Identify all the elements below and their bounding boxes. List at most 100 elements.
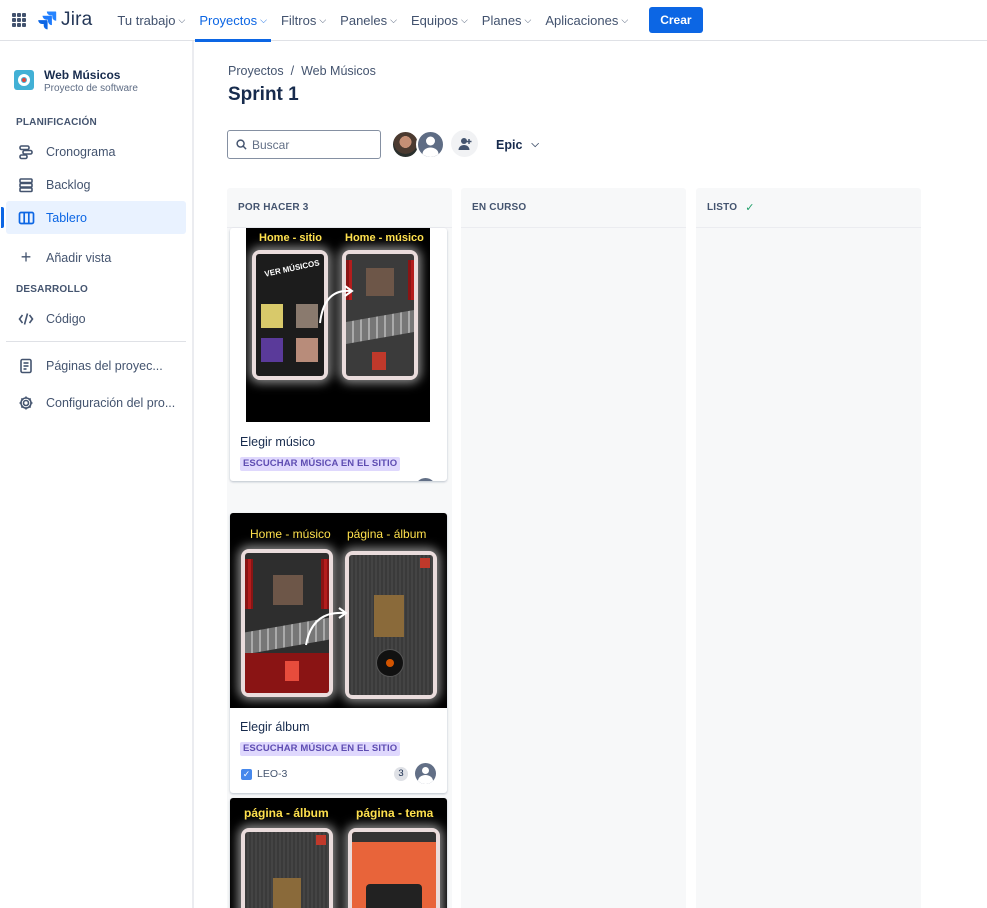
image-inner-text: VER MÚSICOS (263, 258, 321, 279)
column-header: EN CURSO (461, 188, 686, 228)
sidebar-item-label: Páginas del proyec... (46, 358, 163, 373)
image-label: página - álbum (347, 527, 427, 541)
column-done: LISTO ✓ (696, 188, 921, 908)
issue-card[interactable]: Home - sitio Home - músico VER MÚSICOS E… (230, 228, 447, 481)
section-label-development: DESARROLLO (16, 284, 88, 295)
nav-label: Equipos (410, 12, 458, 28)
breadcrumb-project[interactable]: Web Músicos (301, 64, 376, 78)
project-type: Proyecto de software (44, 83, 138, 94)
project-avatar-icon (14, 70, 34, 90)
card-key-row: ✓ LEO-3 (241, 768, 287, 780)
sidebar-item-label: Tablero (46, 210, 87, 225)
search-input[interactable] (252, 137, 372, 152)
add-view-button[interactable]: + Añadir vista (6, 241, 186, 274)
sidebar-item-label: Código (46, 311, 86, 326)
sidebar-item-label: Configuración del pro... (46, 395, 176, 410)
create-button[interactable]: Crear (649, 7, 703, 33)
app-switcher-icon[interactable] (12, 13, 26, 27)
chevron-down-icon: ⌵ (460, 14, 468, 25)
nav-aplicaciones[interactable]: Aplicaciones ⌵ (540, 0, 633, 41)
issue-key[interactable]: LEO-3 (257, 768, 287, 780)
assignee-avatar[interactable] (415, 478, 436, 481)
story-points: 3 (394, 767, 408, 781)
breadcrumb: Proyectos / Web Músicos (228, 64, 376, 78)
chevron-down-icon: ⌵ (621, 14, 629, 25)
plus-icon: + (20, 247, 32, 267)
sidebar-item-tablero[interactable]: Tablero (1, 201, 186, 234)
done-check-icon: ✓ (745, 202, 755, 214)
card-cover-image: Home - músico página - álbum (230, 513, 447, 708)
nav-planes[interactable]: Planes ⌵ (477, 0, 537, 41)
nav-equipos[interactable]: Equipos ⌵ (406, 0, 473, 41)
chevron-down-icon: ⌵ (531, 139, 539, 150)
jira-logo[interactable]: Jira (37, 9, 92, 31)
nav-label: Aplicaciones (545, 12, 619, 28)
image-label: Home - músico (345, 232, 424, 244)
backlog-icon (17, 176, 35, 194)
timeline-icon (17, 143, 35, 161)
sidebar-item-label: Backlog (46, 177, 91, 192)
column-in-progress: EN CURSO (461, 188, 686, 908)
logo-text: Jira (61, 9, 93, 30)
nav-filtros[interactable]: Filtros ⌵ (276, 0, 331, 41)
phone-mockup (348, 828, 440, 908)
phone-mockup (345, 551, 437, 699)
sidebar-item-label: Cronograma (46, 144, 116, 159)
board-icon (17, 209, 35, 227)
nav-tu-trabajo[interactable]: Tu trabajo ⌵ (112, 0, 190, 41)
section-label-planning: PLANIFICACIÓN (16, 117, 97, 128)
assignee-avatar[interactable] (415, 763, 436, 784)
issue-card[interactable]: Home - músico página - álbum Elegir álbu… (230, 513, 447, 793)
chevron-down-icon: ⌵ (260, 14, 267, 25)
column-title: POR HACER 3 (238, 202, 309, 213)
sidebar-item-configuracion[interactable]: Configuración del pro... (6, 386, 186, 419)
chevron-down-icon: ⌵ (390, 14, 397, 25)
issue-card[interactable]: página - álbum página - tema (230, 798, 447, 908)
sidebar-divider (6, 341, 186, 342)
chevron-down-icon: ⌵ (524, 14, 532, 25)
epic-lozenge: ESCUCHAR MÚSICA EN EL SITIO (240, 457, 401, 471)
epic-filter-label: Epic (496, 137, 523, 152)
column-title: EN CURSO (472, 202, 527, 213)
sidebar-item-backlog[interactable]: Backlog (6, 168, 186, 201)
add-view-label: Añadir vista (46, 250, 112, 265)
chevron-down-icon: ⌵ (178, 14, 186, 25)
code-icon (17, 310, 35, 328)
jira-logo-icon (38, 11, 57, 30)
user-avatar-default[interactable] (416, 130, 445, 159)
breadcrumb-projects[interactable]: Proyectos (228, 64, 284, 78)
search-box[interactable] (227, 130, 381, 159)
page-title: Sprint 1 (228, 84, 299, 105)
task-type-icon: ✓ (241, 768, 252, 780)
search-icon (236, 139, 247, 150)
image-label: Home - músico (250, 527, 331, 541)
card-title: Elegir músico (240, 435, 316, 449)
nav-proyectos[interactable]: Proyectos ⌵ (194, 0, 272, 42)
add-person-icon (458, 137, 471, 150)
sidebar-item-cronograma[interactable]: Cronograma (6, 135, 186, 168)
epic-lozenge: ESCUCHAR MÚSICA EN EL SITIO (240, 742, 401, 756)
column-todo: POR HACER 3 Home - sitio Home - músico V… (227, 188, 452, 908)
project-header[interactable]: Web Músicos Proyecto de software (14, 68, 138, 94)
card-cover-image: página - álbum página - tema (230, 798, 447, 908)
nav-menu: Tu trabajo ⌵ Proyectos ⌵ Filtros ⌵ Paneles ⌵… (112, 0, 637, 42)
nav-label: Paneles (340, 12, 388, 28)
sidebar-item-paginas[interactable]: Páginas del proyec... (6, 349, 186, 382)
column-title: LISTO (707, 202, 738, 213)
sidebar: Web Músicos Proyecto de software PLANIFI… (0, 41, 194, 908)
image-label: Home - sitio (259, 232, 322, 244)
epic-filter-dropdown[interactable]: Epic ⌵ (492, 130, 543, 159)
nav-paneles[interactable]: Paneles ⌵ (335, 0, 402, 41)
project-name: Web Músicos (44, 68, 121, 82)
person-icon (422, 136, 439, 157)
flow-arrow-icon (319, 285, 354, 324)
nav-label: Planes (481, 12, 522, 28)
add-people-button[interactable] (451, 130, 478, 157)
card-title: Elegir álbum (240, 720, 310, 734)
card-cover-image: Home - sitio Home - músico VER MÚSICOS (246, 228, 430, 422)
chevron-down-icon: ⌵ (319, 14, 327, 25)
pages-icon (17, 357, 35, 375)
nav-label: Tu trabajo (117, 12, 176, 28)
sidebar-item-codigo[interactable]: Código (6, 302, 186, 335)
nav-label: Proyectos (199, 12, 258, 28)
